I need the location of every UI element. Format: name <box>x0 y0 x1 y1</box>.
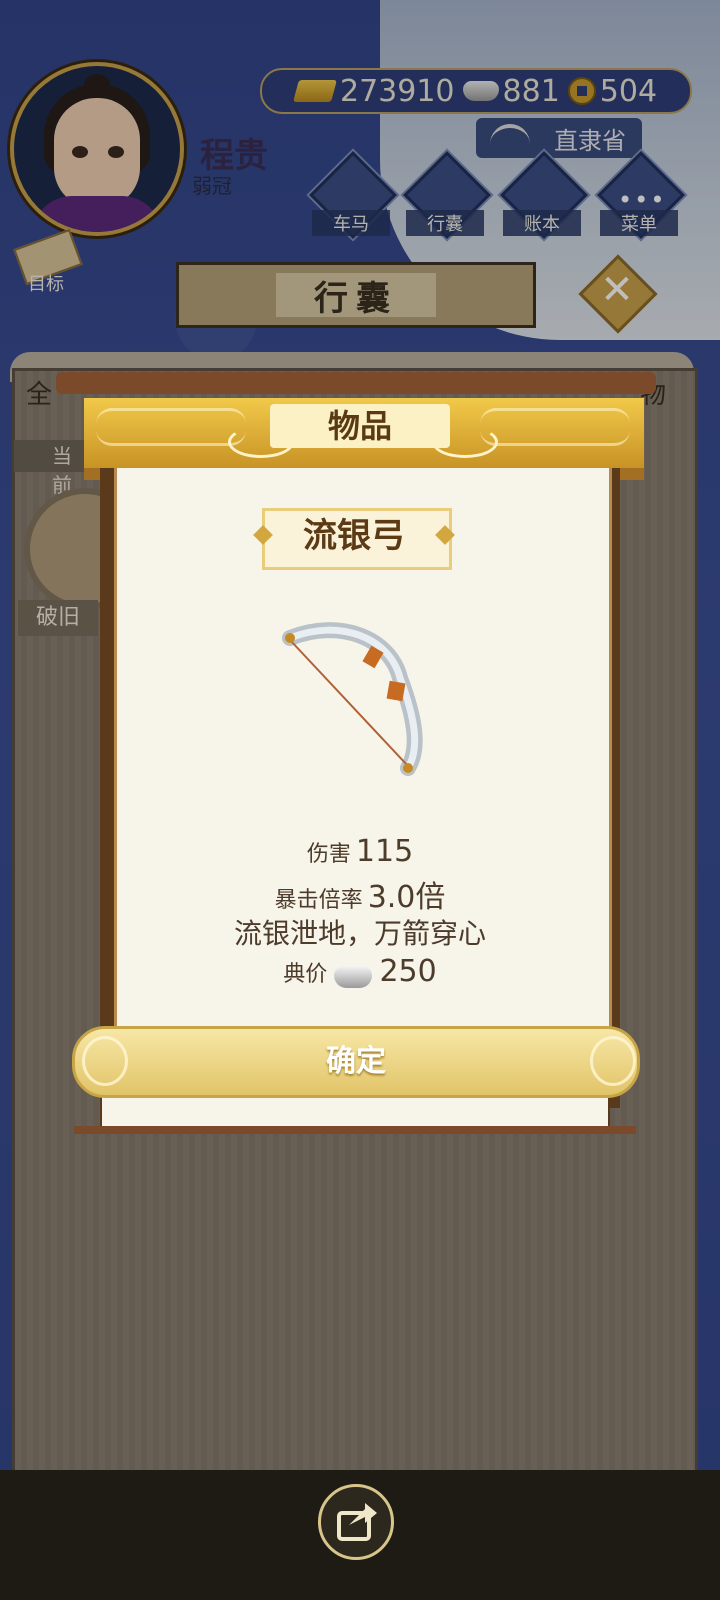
cloud-ornament-left <box>82 1036 128 1086</box>
cloud-ornament-right <box>590 1036 636 1086</box>
modal-title: 物品 <box>327 407 392 445</box>
knot-ornament-left <box>96 408 246 446</box>
confirm-button[interactable]: 确定 <box>72 1026 640 1098</box>
bow-icon <box>282 622 423 776</box>
crit-row: 暴击倍率 3.0倍 <box>114 872 606 916</box>
crit-value: 3.0倍 <box>367 880 446 915</box>
damage-label: 伤害 <box>306 842 351 867</box>
damage-row: 伤害 115 <box>114 834 606 869</box>
knot-ornament-right <box>480 408 630 446</box>
price-label: 典价 <box>283 962 328 987</box>
share-icon[interactable] <box>318 1484 394 1560</box>
price-row: 典价 250 <box>114 954 606 989</box>
item-description: 流银泄地，万箭穿心 <box>233 917 486 950</box>
item-name: 流银弓 <box>303 516 405 556</box>
crit-label: 暴击倍率 <box>274 888 363 913</box>
scroll-bottom-rod <box>74 1126 636 1134</box>
price-value: 250 <box>379 954 437 989</box>
silver-ingot-icon <box>334 965 373 988</box>
scroll-top-rod <box>56 372 656 394</box>
damage-value: 115 <box>355 834 414 869</box>
